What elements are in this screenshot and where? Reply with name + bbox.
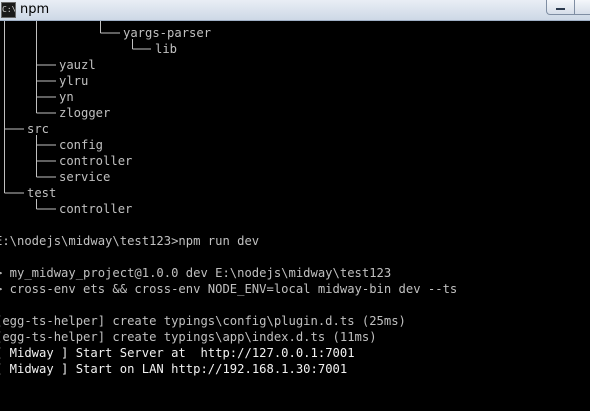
server-local-url[interactable]: http://127.0.0.1:7001 [200, 346, 354, 360]
tree-item-yn: yn [59, 90, 74, 104]
command-prompt-line: E:\nodejs\midway\test123>npm run dev [0, 234, 260, 248]
tree-item-config: config [59, 138, 104, 152]
tree-item-zlogger: zlogger [59, 106, 111, 120]
typings-log-line-1: [egg-ts-helper] create typings\config\pl… [0, 314, 406, 328]
tree-item-test-controller: controller [59, 202, 133, 216]
console-app-icon[interactable]: C:\ [1, 2, 16, 18]
server-start-label: [ Midway ] Start Server at [0, 346, 201, 360]
tree-item-ylru: ylru [59, 74, 89, 88]
tree-item-yauzl: yauzl [59, 58, 96, 72]
lan-start-label: [ Midway ] Start on LAN [0, 362, 172, 376]
tree-item-test: test [27, 186, 57, 200]
server-start-line: [ Midway ] Start Server at http://127.0.… [0, 345, 355, 361]
tree-item-yargs-parser: yargs-parser [123, 26, 212, 40]
console-window: C:\ npm yargs-parser lib yauzl ylru yn z… [0, 0, 590, 411]
tree-item-service: service [59, 170, 111, 184]
lan-start-line: [ Midway ] Start on LAN http://192.168.1… [0, 361, 347, 377]
server-lan-url[interactable]: http://192.168.1.30:7001 [171, 362, 347, 376]
typings-log-line-2: [egg-ts-helper] create typings\app\index… [0, 330, 377, 344]
minimize-button[interactable] [546, 0, 575, 15]
tree-item-controller: controller [59, 154, 133, 168]
npm-script-info-line: > my_midway_project@1.0.0 dev E:\nodejs\… [0, 266, 392, 280]
tree-item-lib: lib [155, 42, 178, 56]
window-title: npm [20, 2, 50, 17]
maximize-button[interactable] [574, 0, 590, 15]
npm-script-command-line: > cross-env ets && cross-env NODE_ENV=lo… [0, 282, 458, 296]
title-bar[interactable]: C:\ npm [0, 0, 590, 21]
console-output[interactable]: yargs-parser lib yauzl ylru yn zlogger s… [0, 21, 590, 411]
tree-item-src: src [27, 122, 50, 136]
